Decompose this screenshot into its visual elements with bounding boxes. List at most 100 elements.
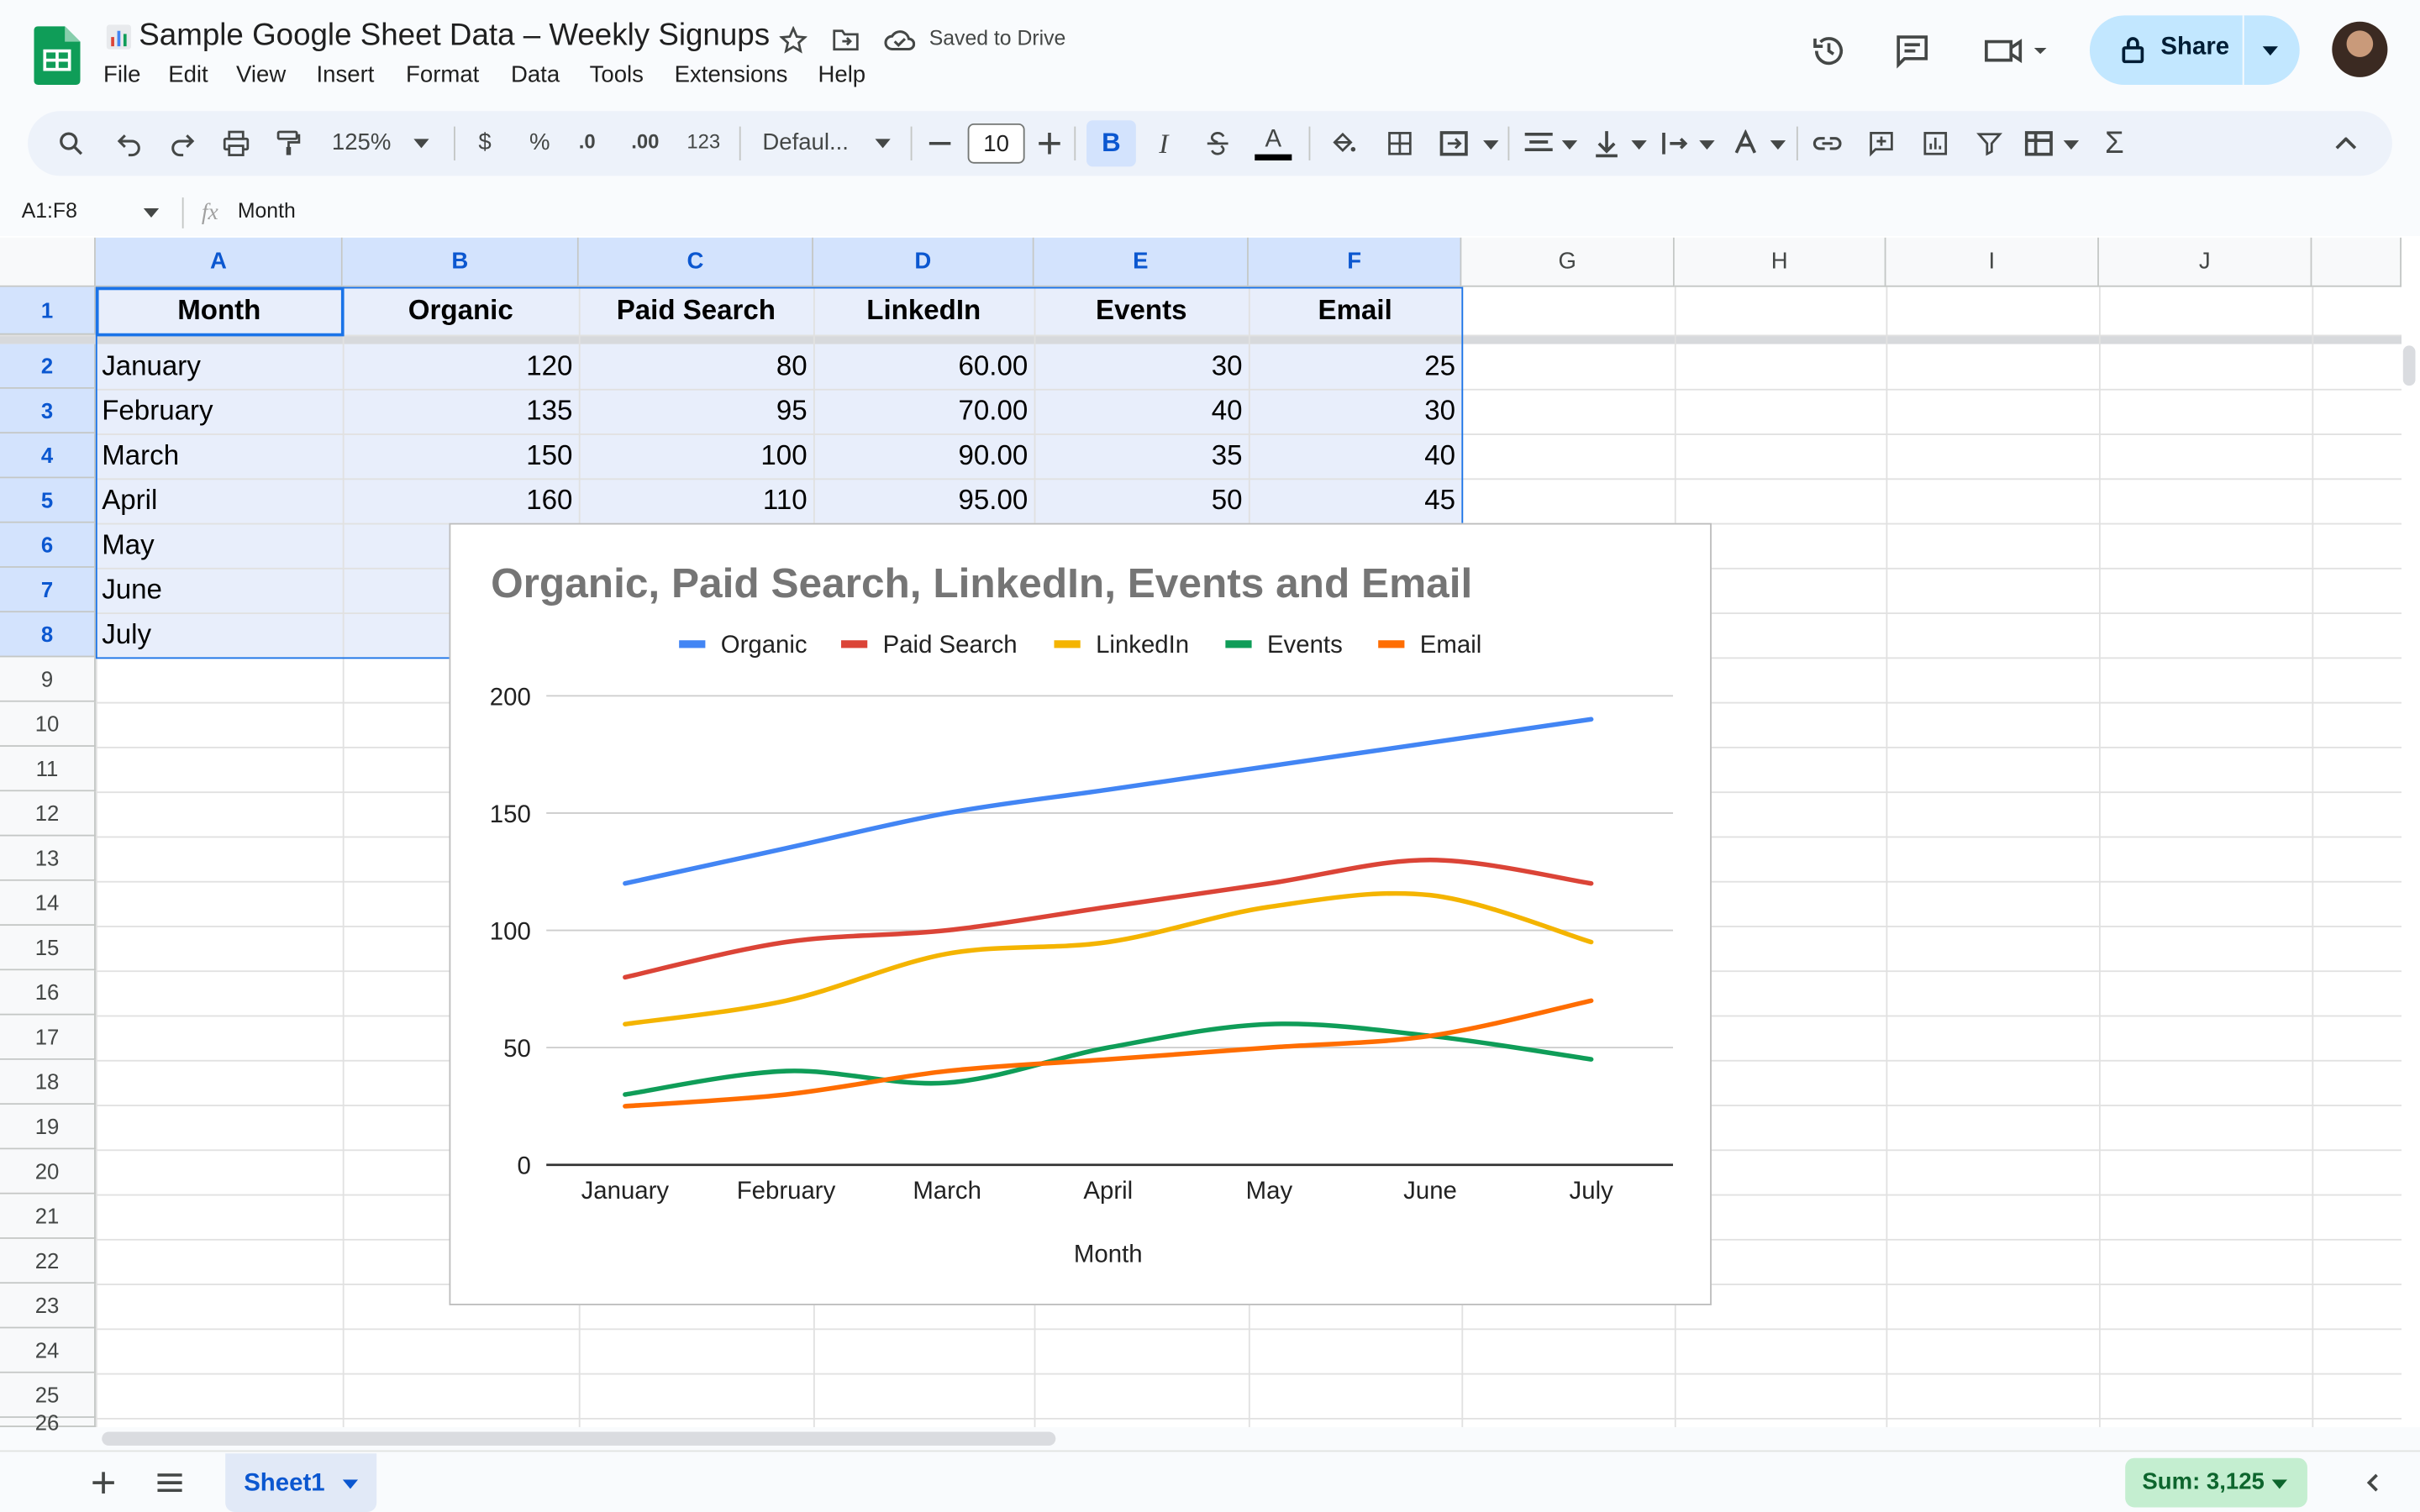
row-header-16[interactable]: 16	[0, 970, 96, 1016]
row-header-3[interactable]: 3	[0, 388, 96, 434]
undo-icon[interactable]	[114, 128, 145, 159]
data-cell[interactable]: February	[96, 389, 343, 433]
row-header-10[interactable]: 10	[0, 701, 96, 747]
data-cell[interactable]: 90.00	[813, 433, 1034, 478]
insert-link-icon[interactable]	[1812, 128, 1843, 159]
data-cell[interactable]: 45	[1249, 478, 1461, 522]
data-cell[interactable]: 80	[579, 344, 813, 389]
sum-dropdown-icon[interactable]	[2269, 1473, 2291, 1495]
data-cell[interactable]: 100	[579, 433, 813, 478]
column-header-h[interactable]: H	[1674, 237, 1886, 287]
strikethrough-icon[interactable]	[1202, 128, 1234, 159]
font-dropdown-icon[interactable]	[872, 133, 894, 155]
data-cell[interactable]: June	[96, 568, 343, 612]
data-cell[interactable]: 35	[1034, 433, 1249, 478]
vertical-align-icon[interactable]	[1593, 128, 1649, 159]
fill-color-icon[interactable]	[1328, 128, 1359, 159]
borders-icon[interactable]	[1385, 128, 1416, 159]
data-cell[interactable]: 150	[343, 433, 579, 478]
row-header-19[interactable]: 19	[0, 1105, 96, 1150]
paint-format-icon[interactable]	[273, 128, 304, 159]
italic-icon[interactable]: I	[1149, 128, 1180, 159]
column-header-d[interactable]: D	[813, 237, 1034, 287]
comments-icon[interactable]	[1889, 28, 1935, 74]
text-wrap-icon[interactable]	[1660, 128, 1716, 159]
column-header-e[interactable]: E	[1034, 237, 1249, 287]
zoom-dropdown-icon[interactable]	[411, 133, 433, 155]
search-icon[interactable]	[55, 128, 87, 159]
number-format-button[interactable]: 123	[687, 129, 720, 153]
version-history-icon[interactable]	[1806, 28, 1852, 74]
meet-video-icon[interactable]	[1981, 28, 2049, 74]
row-header-20[interactable]: 20	[0, 1149, 96, 1194]
insert-comment-icon[interactable]	[1866, 128, 1897, 159]
data-cell[interactable]: 70.00	[813, 389, 1034, 433]
filter-icon[interactable]	[1974, 128, 2005, 159]
text-color-icon[interactable]: A	[1255, 123, 1292, 164]
redo-icon[interactable]	[166, 128, 197, 159]
horizontal-scrollbar[interactable]	[102, 1431, 1056, 1446]
row-header-5[interactable]: 5	[0, 478, 96, 523]
add-sheet-icon[interactable]	[90, 1469, 118, 1497]
saved-status[interactable]: Saved to Drive	[929, 26, 1066, 50]
table-view-icon[interactable]	[2024, 128, 2081, 159]
data-cell[interactable]: 30	[1249, 389, 1461, 433]
zoom-select[interactable]: 125%	[332, 129, 391, 155]
data-cell[interactable]: 135	[343, 389, 579, 433]
row-header-17[interactable]: 17	[0, 1015, 96, 1060]
row-header-12[interactable]: 12	[0, 791, 96, 837]
column-header-extra[interactable]	[2312, 237, 2402, 287]
data-cell[interactable]: 40	[1034, 389, 1249, 433]
merge-cells-icon[interactable]	[1439, 128, 1500, 159]
vertical-scrollbar[interactable]	[2402, 345, 2416, 386]
data-cell[interactable]: May	[96, 523, 343, 568]
row-header-6[interactable]: 6	[0, 522, 96, 568]
data-cell[interactable]: April	[96, 478, 343, 522]
menu-tools[interactable]: Tools	[590, 61, 644, 87]
document-title[interactable]: Sample Google Sheet Data – Weekly Signup…	[139, 18, 770, 54]
column-header-g[interactable]: G	[1461, 237, 1675, 287]
row-header-13[interactable]: 13	[0, 836, 96, 881]
menu-insert[interactable]: Insert	[317, 61, 375, 87]
column-header-b[interactable]: B	[342, 237, 579, 287]
row-header-8[interactable]: 8	[0, 612, 96, 658]
data-cell[interactable]: 60.00	[813, 344, 1034, 389]
column-header-a[interactable]: A	[95, 237, 343, 287]
percent-format-button[interactable]: %	[529, 129, 550, 155]
row-header-9[interactable]: 9	[0, 657, 96, 702]
cloud-saved-icon[interactable]	[883, 24, 917, 55]
horizontal-align-icon[interactable]	[1523, 128, 1579, 159]
data-cell[interactable]: July	[96, 612, 343, 657]
menu-format[interactable]: Format	[406, 61, 479, 87]
row-header-4[interactable]: 4	[0, 433, 96, 479]
text-rotation-icon[interactable]	[1732, 128, 1787, 159]
row-header-24[interactable]: 24	[0, 1328, 96, 1373]
menu-file[interactable]: File	[103, 61, 140, 87]
print-icon[interactable]	[221, 128, 252, 159]
row-header-23[interactable]: 23	[0, 1284, 96, 1329]
menu-data[interactable]: Data	[511, 61, 560, 87]
row-header-1[interactable]: 1	[0, 286, 96, 335]
formula-input[interactable]: Month	[238, 199, 296, 223]
data-cell[interactable]: 120	[343, 344, 579, 389]
row-header-7[interactable]: 7	[0, 567, 96, 613]
functions-icon[interactable]: Σ	[2099, 126, 2130, 160]
name-box-dropdown-icon[interactable]	[140, 203, 162, 222]
row-header-15[interactable]: 15	[0, 926, 96, 971]
menu-view[interactable]: View	[236, 61, 286, 87]
data-cell[interactable]: 95.00	[813, 478, 1034, 522]
name-box[interactable]: A1:F8	[22, 199, 77, 223]
font-size-decrease-icon[interactable]	[926, 129, 954, 157]
share-dropdown-icon[interactable]	[2254, 34, 2287, 67]
insert-chart-icon[interactable]	[1920, 128, 1951, 159]
select-all-corner[interactable]	[0, 237, 96, 287]
data-cell[interactable]: 30	[1034, 344, 1249, 389]
data-cell[interactable]: January	[96, 344, 343, 389]
column-header-j[interactable]: J	[2098, 237, 2312, 287]
increase-decimal-button[interactable]: .00	[631, 129, 659, 153]
column-header-f[interactable]: F	[1248, 237, 1462, 287]
row-header-26[interactable]: 26	[0, 1410, 96, 1434]
data-cell[interactable]: 160	[343, 478, 579, 522]
row-header-22[interactable]: 22	[0, 1238, 96, 1284]
data-cell[interactable]: 95	[579, 389, 813, 433]
